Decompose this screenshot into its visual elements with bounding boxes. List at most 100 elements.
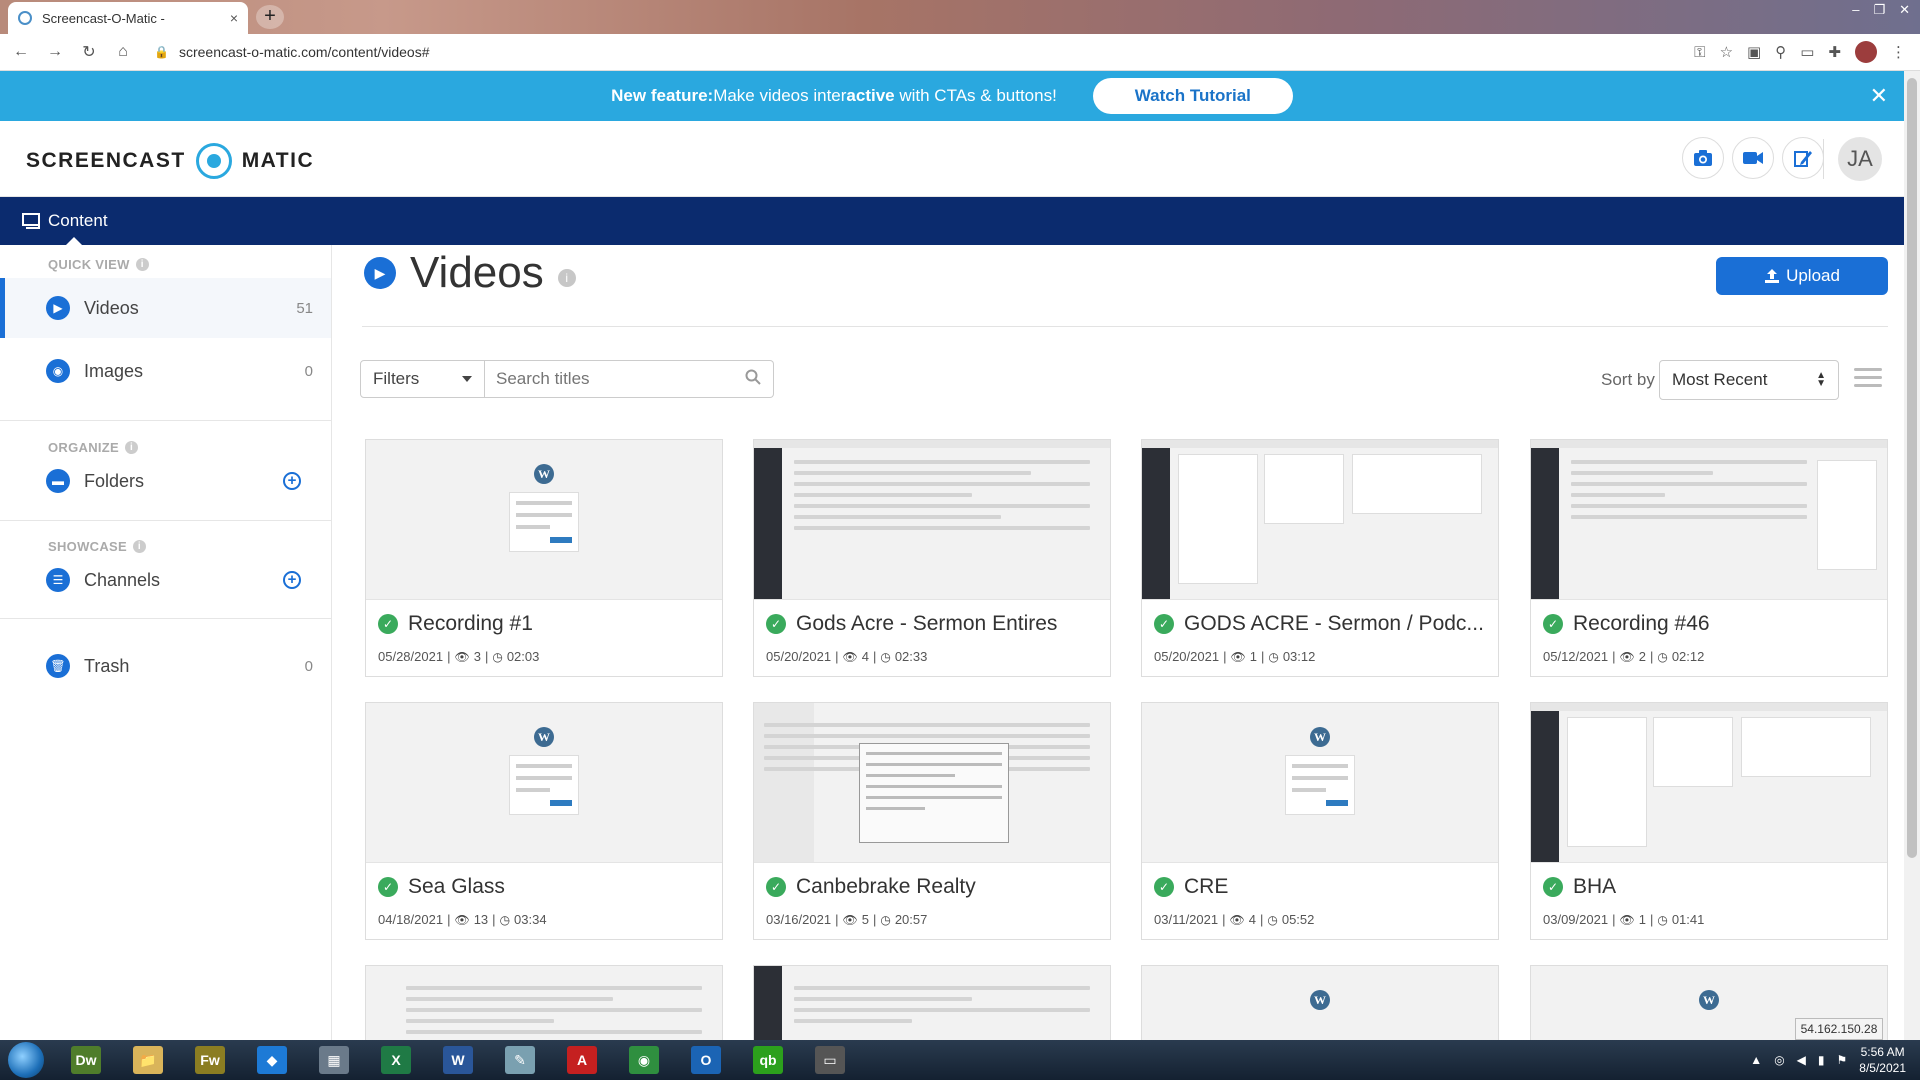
minimize-button[interactable]: – (1852, 2, 1859, 18)
cast-icon[interactable]: ▭ (1800, 43, 1814, 61)
tray-network-icon[interactable]: ◎ (1774, 1053, 1784, 1067)
watch-tutorial-button[interactable]: Watch Tutorial (1092, 78, 1293, 114)
main-nav: Content (0, 197, 1904, 245)
filters-label: Filters (373, 369, 420, 388)
info-icon[interactable]: i (135, 258, 149, 271)
browser-tab[interactable]: Screencast-O-Matic - × (8, 2, 248, 34)
taskbar-app-icon[interactable]: ◆ (246, 1042, 298, 1078)
video-card[interactable]: ✓ Recording #46 05/12/2021 | 👁 2 | ◷ 02:12 (1530, 439, 1888, 677)
taskbar-app-icon[interactable]: W (432, 1042, 484, 1078)
eye-icon: 👁 (842, 912, 858, 927)
taskbar-app-icon[interactable]: ✎ (494, 1042, 546, 1078)
new-tab-button[interactable]: + (256, 5, 284, 29)
user-avatar[interactable]: JA (1838, 137, 1882, 181)
taskbar-app-icon[interactable]: A (556, 1042, 608, 1078)
info-icon[interactable]: i (557, 269, 576, 287)
video-card[interactable] (365, 965, 723, 1046)
camera-icon[interactable] (1682, 137, 1724, 179)
volume-icon[interactable]: ◀ (1797, 1053, 1806, 1067)
forward-arrow-icon[interactable]: → (42, 43, 68, 61)
flag-icon[interactable]: ⚑ (1837, 1053, 1848, 1067)
signal-icon[interactable]: ▮ (1818, 1053, 1825, 1067)
video-title[interactable]: ✓ Recording #1 (378, 612, 533, 636)
edit-pen-icon[interactable] (1782, 137, 1824, 179)
search-input[interactable] (496, 369, 726, 389)
video-thumbnail (754, 703, 1110, 863)
logo-ring-icon (195, 143, 232, 179)
video-card[interactable]: ✓ Canbebrake Realty 03/16/2021 | 👁 5 | ◷ 20:57 (753, 702, 1111, 940)
nav-tab-content[interactable]: Content (22, 211, 108, 231)
video-card[interactable]: ✓ BHA 03/09/2021 | 👁 1 | ◷ 01:41 (1530, 702, 1888, 940)
upload-button[interactable]: Upload (1716, 257, 1888, 295)
url-text: screencast-o-matic.com/content/videos# (178, 44, 430, 60)
taskbar-app-icon[interactable]: Dw (60, 1042, 112, 1078)
taskbar-app-label: 📁 (133, 1046, 163, 1074)
taskbar-app-icon[interactable]: X (370, 1042, 422, 1078)
video-card[interactable]: W ✓ Sea Glass 04/18/2021 | 👁 13 | ◷ 03:34 (365, 702, 723, 940)
menu-dots-icon[interactable]: ⋮ (1891, 43, 1906, 61)
profile-avatar-icon[interactable] (1855, 41, 1877, 63)
reload-icon[interactable]: ↻ (76, 42, 102, 62)
video-title[interactable]: ✓ Sea Glass (378, 875, 505, 899)
key-icon[interactable]: ⚿ (1694, 44, 1705, 61)
taskbar-app-icon[interactable]: ◉ (618, 1042, 670, 1078)
add-folder-icon[interactable]: + (283, 472, 301, 490)
sidebar-item-trash[interactable]: 🗑 Trash 0 (0, 636, 331, 696)
taskbar-app-icon[interactable]: ▭ (804, 1042, 856, 1078)
start-button[interactable] (8, 1042, 44, 1078)
add-channel-icon[interactable]: + (283, 571, 301, 589)
video-thumbnail (1531, 440, 1887, 600)
taskbar-app-icon[interactable]: O (680, 1042, 732, 1078)
taskbar-app-label: A (567, 1046, 597, 1074)
extension-icon[interactable]: ▣ (1747, 43, 1761, 61)
sidebar-item-channels[interactable]: ☰ Channels + (0, 550, 331, 610)
taskbar-app-icon[interactable]: Fw (184, 1042, 236, 1078)
video-title[interactable]: ✓ Recording #46 (1543, 612, 1710, 636)
video-title[interactable]: ✓ Gods Acre - Sermon Entires (766, 612, 1057, 636)
search-icon[interactable] (745, 369, 761, 390)
taskbar-app-icon[interactable]: qb (742, 1042, 794, 1078)
meta-separator: | (1222, 912, 1226, 927)
sidebar-item-videos[interactable]: ▶ Videos 51 (0, 278, 331, 338)
location-pin-icon[interactable]: ⚲ (1775, 43, 1786, 61)
sidebar-item-images[interactable]: ◉ Images 0 (0, 341, 331, 401)
clock-icon: ◷ (499, 912, 511, 927)
bookmark-star-icon[interactable]: ☆ (1720, 43, 1733, 61)
video-title[interactable]: ✓ CRE (1154, 875, 1228, 899)
taskbar-app-icon[interactable]: 📁 (122, 1042, 174, 1078)
scrollbar-thumb[interactable] (1907, 78, 1917, 858)
eye-icon: 👁 (1619, 912, 1635, 927)
video-icon: ▶ (364, 257, 396, 289)
sort-select[interactable]: Most Recent ▲ ▼ (1659, 360, 1839, 400)
tray-arrow-icon[interactable]: ▲ (1750, 1053, 1762, 1067)
maximize-button[interactable]: ❐ (1873, 2, 1885, 18)
header-tools (1682, 137, 1824, 179)
video-card[interactable]: ✓ Gods Acre - Sermon Entires 05/20/2021 | 👁 4… (753, 439, 1111, 677)
home-icon[interactable]: ⌂ (110, 43, 136, 61)
puzzle-icon[interactable]: ✚ (1828, 43, 1841, 61)
video-date: 03/09/2021 (1543, 912, 1609, 927)
back-arrow-icon[interactable]: ← (8, 43, 34, 61)
close-window-button[interactable]: ✕ (1899, 2, 1910, 18)
video-card[interactable]: W ✓ Recording #1 05/28/2021 | 👁 3 | ◷ 02:03 (365, 439, 723, 677)
video-camera-icon[interactable] (1732, 137, 1774, 179)
tab-close-icon[interactable]: × (230, 10, 238, 26)
filters-dropdown[interactable]: Filters (360, 360, 485, 398)
video-title[interactable]: ✓ GODS ACRE - Sermon / Podc... (1154, 612, 1484, 636)
video-card[interactable]: W (1141, 965, 1499, 1046)
chevron-down-icon (462, 376, 472, 382)
video-card[interactable]: W ✓ CRE 03/11/2021 | 👁 4 | ◷ 05:52 (1141, 702, 1499, 940)
video-title[interactable]: ✓ BHA (1543, 875, 1616, 899)
video-title[interactable]: ✓ Canbebrake Realty (766, 875, 976, 899)
banner-close-icon[interactable]: ✕ (1870, 83, 1888, 109)
screencast-o-matic-logo[interactable]: SCREENCAST MATIC (26, 143, 314, 179)
video-card[interactable] (753, 965, 1111, 1046)
sidebar-item-folders[interactable]: ▬ Folders + (0, 451, 331, 511)
url-field[interactable]: 🔒 screencast-o-matic.com/content/videos# (154, 44, 430, 60)
video-card[interactable]: ✓ GODS ACRE - Sermon / Podc... 05/20/2021 |… (1141, 439, 1499, 677)
meta-separator: | (1649, 912, 1654, 927)
list-view-icon[interactable] (1854, 368, 1882, 392)
taskbar-app-icon[interactable]: ▦ (308, 1042, 360, 1078)
video-title-text: Recording #46 (1573, 612, 1710, 635)
system-clock[interactable]: 5:56 AM 8/5/2021 (1859, 1044, 1906, 1076)
